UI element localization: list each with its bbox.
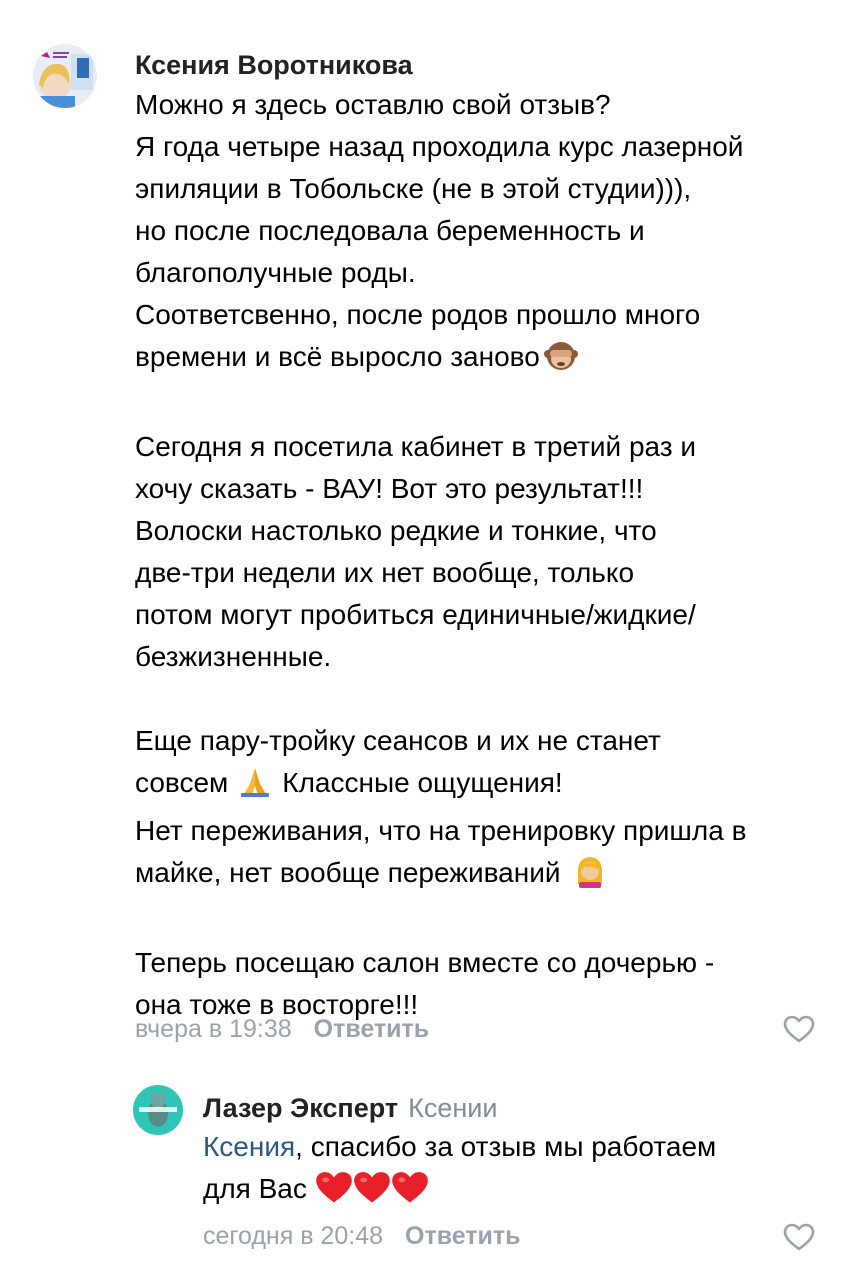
text-line: Нет переживания, что на тренировку пришл…	[135, 815, 747, 846]
text-line: Волоски настолько редкие и тонкие, что	[135, 515, 657, 546]
text-span: Классные ощущения!	[282, 767, 563, 798]
comment-time[interactable]: вчера в 19:38	[135, 1015, 292, 1043]
text-line: две-три недели их нет вообще, только	[135, 557, 635, 588]
text-line: Соответсвенно, после родов прошло много	[135, 299, 701, 330]
text-span: совсем	[135, 767, 229, 798]
folded-hands-icon	[238, 764, 272, 810]
comment: Ксения Воротникова Можно я здесь оставлю…	[0, 0, 849, 1070]
comment-text: Ксения, спасибо за отзыв мы работаем для…	[203, 1126, 716, 1216]
text-line: безжизненные.	[135, 641, 332, 672]
avatar-image	[33, 44, 97, 108]
comment-time[interactable]: сегодня в 20:48	[203, 1222, 383, 1250]
reply-to-label[interactable]: Ксении	[408, 1093, 497, 1123]
text-line: совсем Классные ощущения!	[135, 762, 746, 810]
text-line: эпиляции в Тобольске (не в этой студии))…	[135, 173, 692, 204]
avatar[interactable]	[33, 44, 97, 108]
avatar[interactable]	[133, 1085, 183, 1135]
text-line: Теперь посещаю салон вместе со дочерью -	[135, 947, 715, 978]
text-line: времени и всё выросло заново	[135, 336, 746, 384]
red-heart-icon	[353, 1170, 391, 1216]
red-heart-icon	[391, 1170, 429, 1216]
heart-outline-icon	[783, 1015, 815, 1043]
woman-facepalming-icon	[573, 854, 607, 900]
text-line: благополучные роды.	[135, 257, 416, 288]
like-button[interactable]	[783, 1015, 815, 1043]
reply-comment: Лазер Эксперт Ксении Ксения, спасибо за о…	[0, 1070, 849, 1280]
text-line: потом могут пробиться единичные/жидкие/	[135, 599, 696, 630]
like-button[interactable]	[783, 1223, 815, 1251]
text-line: но после последовала беременность и	[135, 215, 645, 246]
reply-button[interactable]: Ответить	[405, 1222, 521, 1250]
text-line: для Вас	[203, 1168, 716, 1216]
avatar-image	[133, 1085, 183, 1135]
author-name[interactable]: Лазер Эксперт	[203, 1093, 398, 1123]
reply-button[interactable]: Ответить	[314, 1015, 430, 1043]
text-span: майке, нет вообще переживаний	[135, 857, 561, 888]
text-span: для Вас	[203, 1173, 307, 1204]
text-line: Ксения, спасибо за отзыв мы работаем	[203, 1126, 716, 1168]
comment-author: Лазер Эксперт Ксении	[203, 1091, 497, 1125]
comment-text: Можно я здесь оставлю свой отзыв? Я года…	[135, 84, 746, 1026]
heart-outline-icon	[783, 1223, 815, 1251]
text-line: Можно я здесь оставлю свой отзыв?	[135, 89, 611, 120]
see-no-evil-monkey-icon	[543, 338, 578, 384]
mention-link[interactable]: Ксения	[203, 1131, 295, 1162]
text-span: времени и всё выросло заново	[135, 341, 540, 372]
text-line: Я года четыре назад проходила курс лазер…	[135, 131, 744, 162]
text-line: Сегодня я посетила кабинет в третий раз …	[135, 431, 697, 462]
comment-meta: сегодня в 20:48 Ответить	[203, 1221, 521, 1251]
text-line: майке, нет вообще переживаний	[135, 852, 746, 900]
red-heart-icon	[315, 1170, 353, 1216]
comment-author[interactable]: Ксения Воротникова	[135, 48, 413, 82]
text-span: , спасибо за отзыв мы работаем	[295, 1131, 717, 1162]
comment-meta: вчера в 19:38 Ответить	[135, 1014, 429, 1044]
text-line: хочу сказать - ВАУ! Вот это результат!!!	[135, 473, 644, 504]
text-line: Еще пару-тройку сеансов и их не станет	[135, 725, 661, 756]
